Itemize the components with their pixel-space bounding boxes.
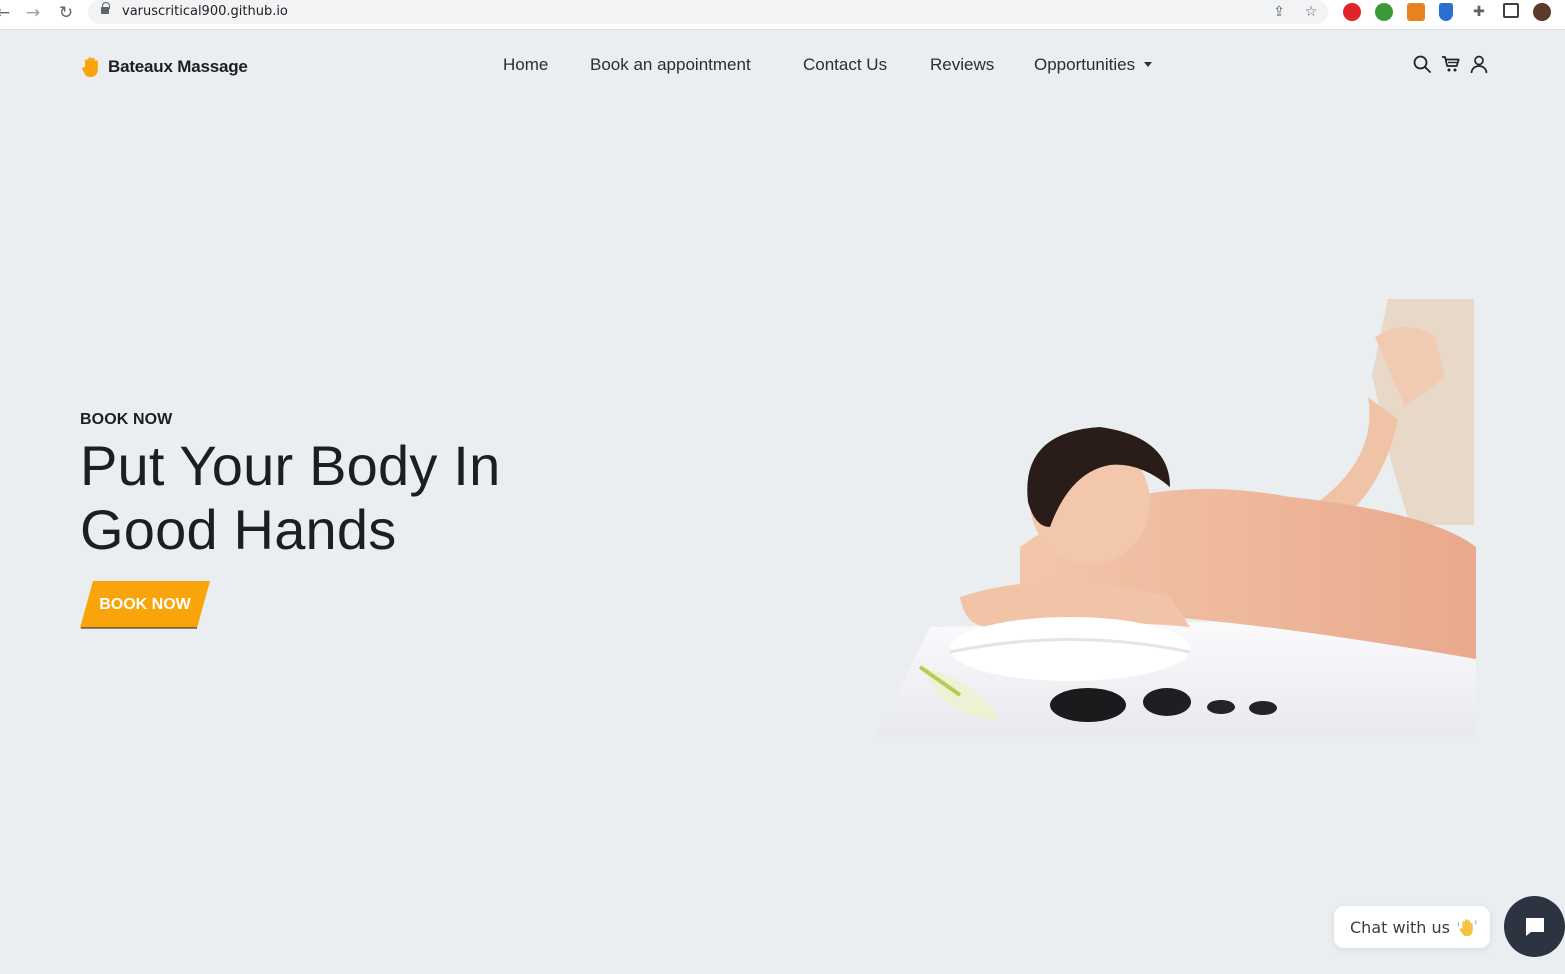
nav-home[interactable]: Home <box>503 55 548 75</box>
brand-name: Bateaux Massage <box>108 57 248 76</box>
hand-logo-icon <box>82 57 98 77</box>
bookmark-star-icon[interactable]: ☆ <box>1302 3 1320 21</box>
chat-prompt-text: Chat with us <box>1350 917 1450 937</box>
chat-launcher-button[interactable] <box>1504 896 1565 957</box>
chat-prompt-bubble[interactable]: Chat with us <box>1334 906 1490 948</box>
profile-avatar[interactable] <box>1533 3 1551 21</box>
hero-eyebrow: BOOK NOW <box>80 411 173 428</box>
book-now-button[interactable]: BOOK NOW <box>80 581 210 628</box>
hero-headline: Put Your Body In Good Hands <box>80 434 640 562</box>
puzzle-extensions-icon[interactable]: ✚ <box>1470 3 1488 21</box>
back-icon[interactable]: ← <box>0 2 14 24</box>
lock-icon <box>101 2 110 15</box>
nav-opportunities-dropdown[interactable]: Opportunities <box>1034 55 1153 75</box>
shield-extension-icon[interactable] <box>1439 3 1453 21</box>
nav-opportunities[interactable]: Opportunities <box>1034 55 1135 74</box>
search-icon[interactable] <box>1412 54 1432 74</box>
headline-line-1: Put Your Body In <box>80 434 501 497</box>
opera-extension-icon[interactable] <box>1343 3 1361 21</box>
user-icon[interactable] <box>1469 54 1489 74</box>
side-panel-icon[interactable] <box>1503 3 1519 18</box>
reload-icon[interactable]: ↻ <box>55 2 77 24</box>
nav-contact-us[interactable]: Contact Us <box>803 55 887 75</box>
nav-reviews[interactable]: Reviews <box>930 55 994 75</box>
forward-icon[interactable]: → <box>22 2 44 24</box>
waving-hand-icon <box>1457 919 1477 937</box>
button-underline <box>81 627 197 629</box>
address-bar[interactable]: varuscritical900.github.io ⇪ ☆ <box>88 0 1328 24</box>
caret-down-icon <box>1144 62 1153 67</box>
headline-line-2: Good Hands <box>80 498 397 561</box>
brand-logo[interactable]: Bateaux Massage <box>80 54 248 80</box>
url-text[interactable]: varuscritical900.github.io <box>122 4 288 19</box>
cart-icon[interactable] <box>1441 54 1461 74</box>
globe-extension-icon[interactable] <box>1375 3 1393 21</box>
fox-extension-icon[interactable] <box>1407 3 1425 21</box>
massage-hero-image <box>876 299 1476 737</box>
share-icon[interactable]: ⇪ <box>1270 3 1288 21</box>
browser-toolbar: ← → ↻ varuscritical900.github.io ⇪ ☆ ✚ <box>0 0 1565 30</box>
chat-icon <box>1525 917 1544 936</box>
nav-book-appointment[interactable]: Book an appointment <box>590 55 751 75</box>
